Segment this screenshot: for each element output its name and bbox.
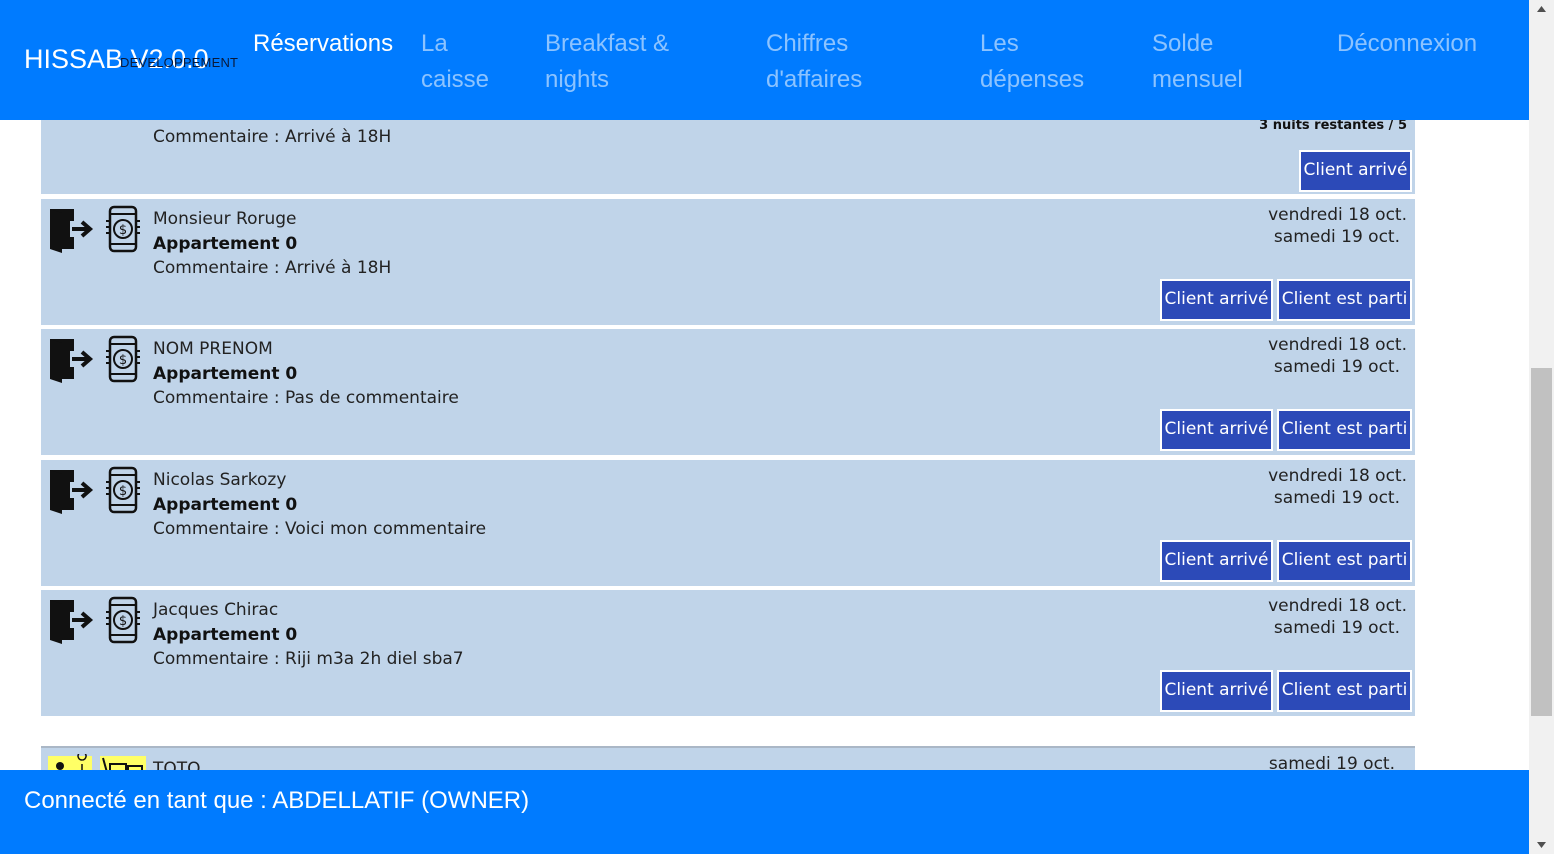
phone-payment-icon[interactable]: $: [104, 205, 142, 253]
nav-breakfast-nights[interactable]: Breakfast & nights: [545, 26, 715, 98]
reservation-card: $ Nicolas Sarkozy Appartement 0 Commenta…: [41, 460, 1415, 586]
vertical-scrollbar[interactable]: [1529, 0, 1554, 854]
client-left-button[interactable]: Client est parti: [1277, 279, 1412, 321]
nav-la-caisse[interactable]: La caisse: [421, 26, 521, 98]
apartment-label: Appartement 0: [153, 495, 298, 515]
apartment-label: Appartement 0: [153, 234, 298, 254]
footer-bar: Connecté en tant que : ABDELLATIF (OWNER…: [0, 770, 1529, 854]
client-left-button[interactable]: Client est parti: [1277, 540, 1412, 582]
phone-payment-icon[interactable]: $: [104, 466, 142, 514]
logged-in-user: Connecté en tant que : ABDELLATIF (OWNER…: [24, 787, 530, 814]
svg-text:$: $: [119, 353, 127, 368]
nav-deconnexion[interactable]: Déconnexion: [1337, 26, 1507, 62]
reservation-comment: Commentaire : Arrivé à 18H: [153, 258, 392, 278]
svg-text:$: $: [119, 484, 127, 499]
reservation-comment: Commentaire : Arrivé à 18H: [153, 127, 392, 147]
scroll-down-arrow-icon[interactable]: [1529, 836, 1554, 854]
date-departure: samedi 19 oct.: [1273, 227, 1400, 247]
apartment-label: Appartement 0: [153, 625, 298, 645]
guest-name: Jacques Chirac: [153, 600, 279, 620]
guest-name: Nicolas Sarkozy: [153, 470, 287, 490]
date-arrival: vendredi 18 oct.: [1268, 596, 1407, 616]
door-exit-icon[interactable]: [48, 335, 94, 383]
scroll-up-arrow-icon[interactable]: [1529, 0, 1554, 18]
date-arrival: vendredi 18 oct.: [1268, 205, 1407, 225]
phone-payment-icon[interactable]: $: [104, 596, 142, 644]
phone-payment-icon[interactable]: $: [104, 335, 142, 383]
person-pin-icon: [56, 762, 64, 770]
svg-text:$: $: [119, 223, 127, 238]
nav-solde-mensuel[interactable]: Solde mensuel: [1152, 26, 1272, 98]
reservation-card: $ Jacques Chirac Appartement 0 Commentai…: [41, 590, 1415, 716]
client-left-button[interactable]: Client est parti: [1277, 409, 1412, 451]
reservation-comment: Commentaire : Voici mon commentaire: [153, 519, 487, 539]
reservation-card: Commentaire : Arrivé à 18H 3 nuits resta…: [41, 110, 1415, 194]
reservation-comment: Commentaire : Pas de commentaire: [153, 388, 459, 408]
door-exit-icon[interactable]: [48, 466, 94, 514]
date-departure: samedi 19 oct.: [1273, 488, 1400, 508]
reservation-comment: Commentaire : Riji m3a 2h diel sba7: [153, 649, 464, 669]
nav-reservations[interactable]: Réservations: [253, 26, 413, 62]
door-exit-icon[interactable]: [48, 205, 94, 253]
client-arrived-button[interactable]: Client arrivé: [1160, 540, 1273, 582]
door-exit-icon[interactable]: [48, 596, 94, 644]
client-arrived-button[interactable]: Client arrivé: [1160, 409, 1273, 451]
nav-depenses[interactable]: Les dépenses: [980, 26, 1110, 98]
apartment-label: Appartement 0: [153, 364, 298, 384]
top-navbar: HISSAB V2.0.0 DEVELOPPEMENT Réservations…: [0, 0, 1529, 120]
client-arrived-button[interactable]: Client arrivé: [1299, 150, 1412, 192]
scrollbar-thumb[interactable]: [1531, 368, 1552, 716]
reservation-card: $ NOM PRENOM Appartement 0 Commentaire :…: [41, 329, 1415, 455]
client-arrived-button[interactable]: Client arrivé: [1160, 670, 1273, 712]
nights-remaining: 3 nuits restantes / 5: [1259, 118, 1407, 133]
date-arrival: vendredi 18 oct.: [1268, 335, 1407, 355]
reservation-card: $ Monsieur Roruge Appartement 0 Commenta…: [41, 199, 1415, 325]
svg-text:$: $: [119, 614, 127, 629]
guest-name: Monsieur Roruge: [153, 209, 297, 229]
date-departure: samedi 19 oct.: [1273, 618, 1400, 638]
nav-chiffres-affaires[interactable]: Chiffres d'affaires: [766, 26, 906, 98]
guest-name: NOM PRENOM: [153, 339, 273, 359]
client-left-button[interactable]: Client est parti: [1277, 670, 1412, 712]
environment-label: DEVELOPPEMENT: [120, 55, 239, 70]
date-arrival: vendredi 18 oct.: [1268, 466, 1407, 486]
date-departure: samedi 19 oct.: [1273, 357, 1400, 377]
client-arrived-button[interactable]: Client arrivé: [1160, 279, 1273, 321]
app-viewport: HISSAB V2.0.0 DEVELOPPEMENT Réservations…: [0, 0, 1529, 854]
